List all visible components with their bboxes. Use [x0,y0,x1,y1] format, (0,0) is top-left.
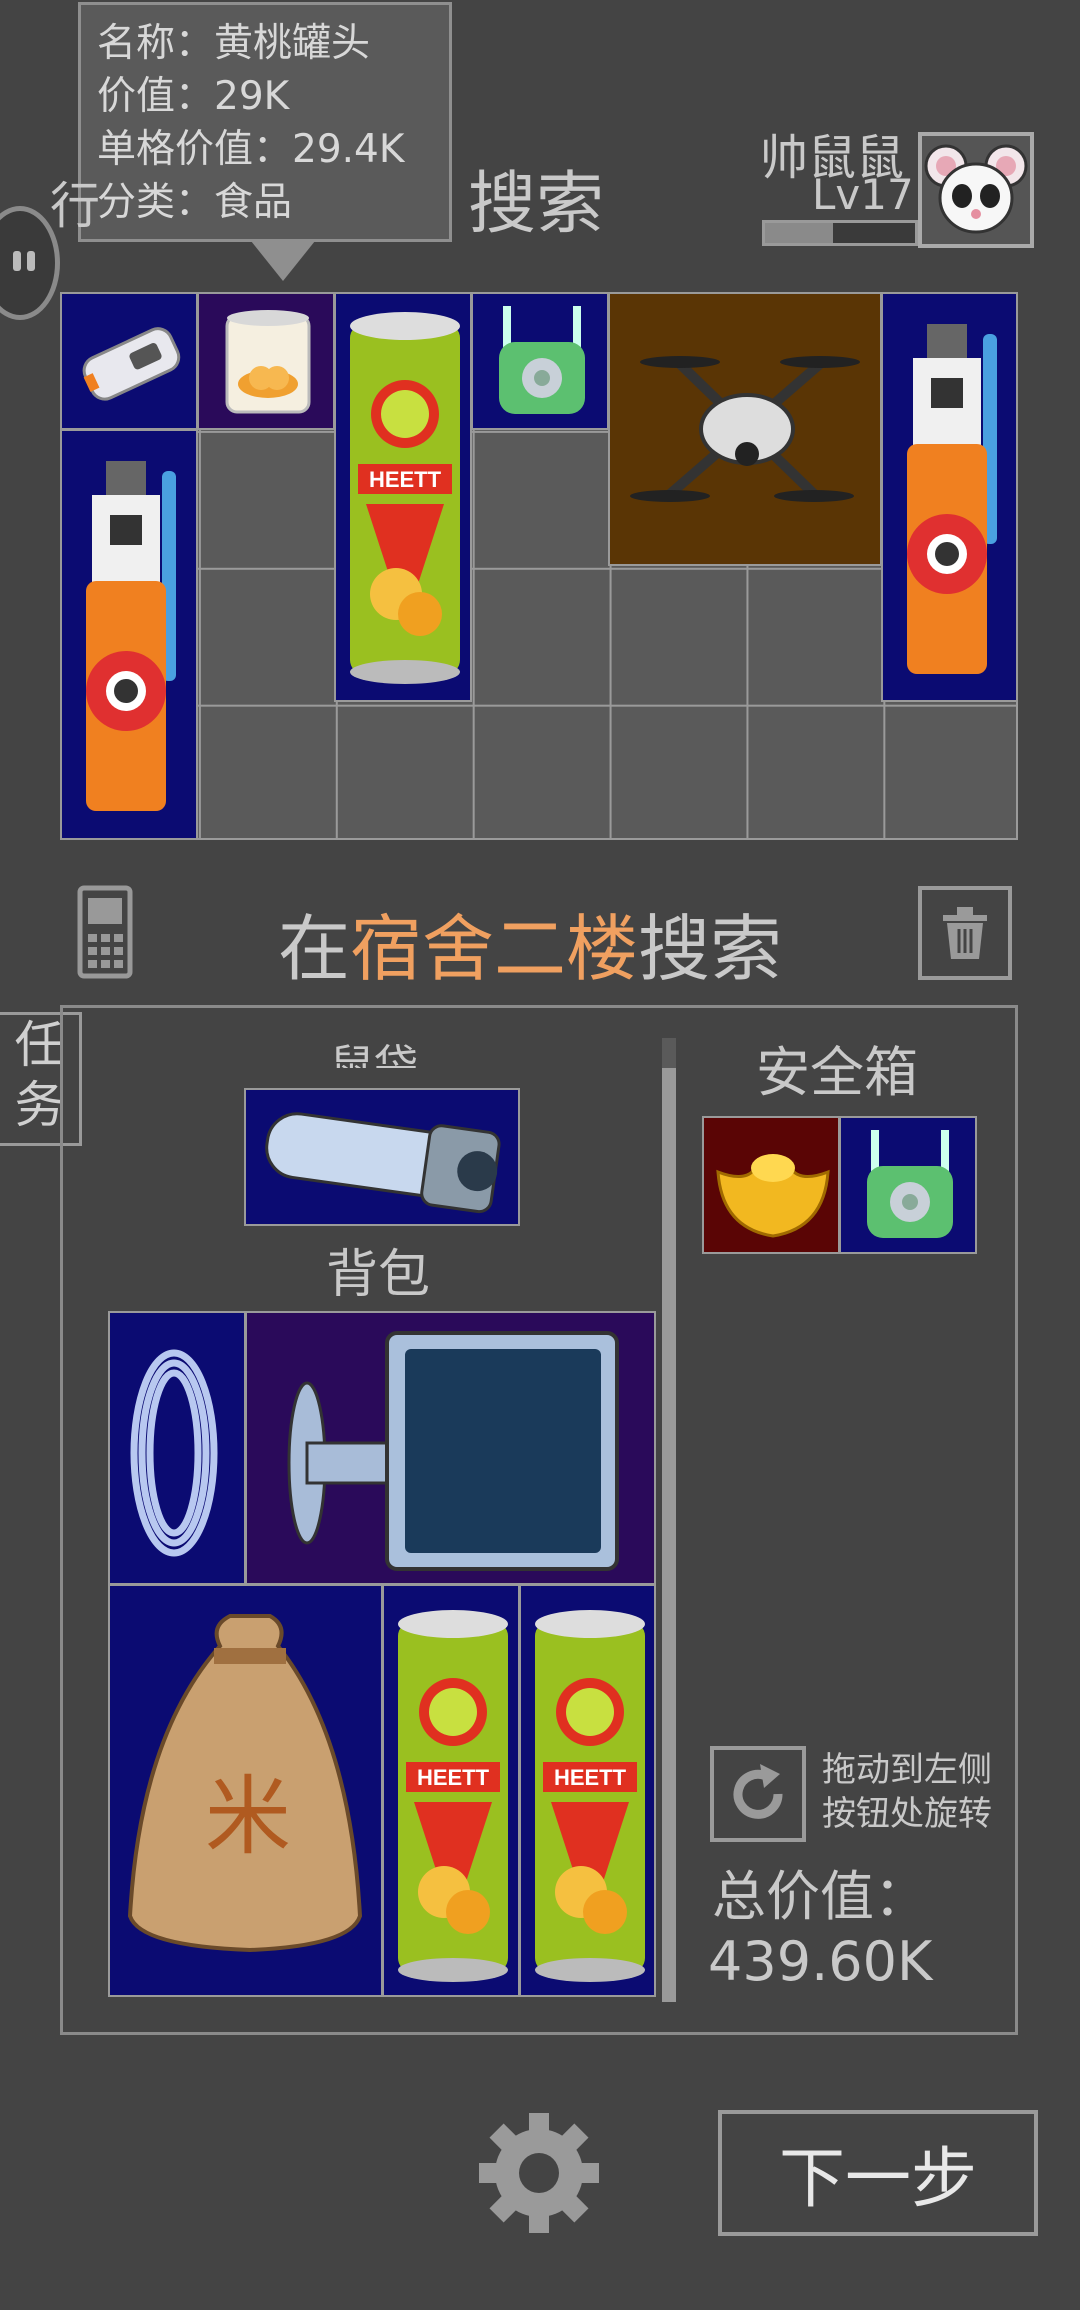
location-place: 宿舍二楼 [350,907,639,991]
chips-can-icon: HEETT [398,1610,508,1982]
item-tooltip: 名称：黄桃罐头 价值：29K 单格价值：29.4K 分类：食品 [78,2,452,281]
level-label: Lv17 [812,170,914,219]
rotate-hint: 拖动到左侧 按钮处旋转 [822,1748,992,1836]
svg-text:HEETT: HEETT [417,1765,490,1790]
next-step-button[interactable]: 下一步 [718,2110,1038,2236]
tooltip-category: 分类：食品 [97,180,293,225]
inventory-scrollbar[interactable] [662,1038,676,2002]
title-partial: 行 [50,177,100,235]
power-bank-icon [82,327,181,401]
grid-item-spray-right[interactable] [881,292,1018,702]
trash-icon [943,907,987,959]
total-value-label: 总价值： [712,1865,928,1928]
rotate-hint-line1: 拖动到左侧 [822,1750,992,1790]
grid-item-router[interactable] [471,292,609,430]
safe-label: 安全箱 [756,1041,918,1104]
tooltip-unit-value: 单格价值：29.4K [97,127,405,172]
trash-button[interactable] [918,886,1012,980]
drone-icon [630,356,860,502]
backpack-label: 背包 [326,1245,431,1305]
location-title: 在宿舍二楼搜索 [278,890,782,995]
cable-coil-icon [130,1349,218,1557]
phone-icon[interactable] [74,884,136,980]
pouch-label: 鼠袋 [330,1041,418,1068]
pouch-slot-flashlight[interactable] [244,1088,520,1226]
monitor-icon [287,1331,619,1571]
rotate-button[interactable] [710,1746,806,1842]
backpack-item-rice-bag[interactable]: 米 [108,1584,383,1997]
chips-can-icon: HEETT [350,312,460,684]
rotate-hint-line2: 按钮处旋转 [822,1794,992,1834]
spray-bottle-icon [907,324,997,674]
safe-item-router[interactable] [839,1116,977,1254]
gold-ingot-icon [716,1154,830,1238]
tooltip-value: 价值：29K [97,74,290,119]
location-suffix: 搜索 [638,907,783,991]
router-icon [867,1130,953,1238]
svg-text:HEETT: HEETT [554,1765,627,1790]
grid-item-peach-can[interactable] [197,292,335,430]
safe-item-gold[interactable] [702,1116,840,1254]
router-icon [499,306,585,414]
svg-text:HEETT: HEETT [369,467,442,492]
grid-item-power-bank[interactable] [60,292,198,430]
chips-can-icon: HEETT [535,1610,645,1982]
tooltip-name: 名称：黄桃罐头 [97,21,371,66]
grid-item-spray-left[interactable] [60,429,198,840]
level-progress-bar [762,220,918,246]
grid-item-drone[interactable] [608,292,882,566]
backpack-item-chips-1[interactable]: HEETT [382,1584,520,1997]
backpack-item-chips-2[interactable]: HEETT [519,1584,656,1997]
location-prefix: 在 [278,907,351,991]
total-value: 439.60K [708,1930,933,1993]
search-title: 搜索 [468,165,605,244]
backpack-item-monitor[interactable] [245,1311,656,1585]
svg-text:米: 米 [205,1767,291,1867]
flashlight-icon [265,1112,501,1214]
grid-item-chips-can[interactable]: HEETT [334,292,472,702]
rice-bag-icon: 米 [127,1614,363,1953]
rotate-icon [733,1764,783,1819]
avatar[interactable] [918,132,1034,248]
mouse-avatar-icon [924,144,1028,234]
peach-can-icon [225,310,311,414]
backpack-item-cable[interactable] [108,1311,246,1585]
spray-bottle-icon [86,461,176,811]
settings-gear-icon[interactable] [476,2110,602,2236]
